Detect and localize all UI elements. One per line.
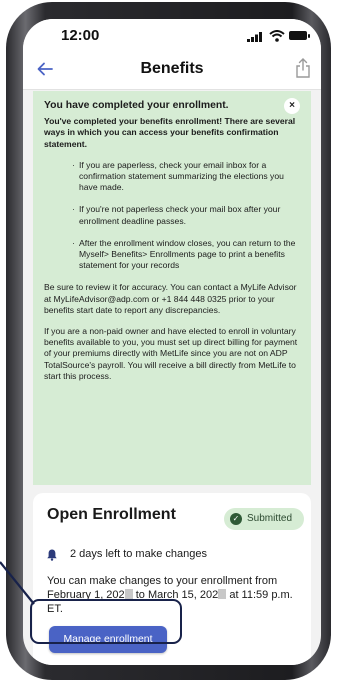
close-icon[interactable]: × bbox=[284, 98, 300, 114]
status-badge-label: Submitted bbox=[247, 513, 293, 524]
cellular-signal-icon bbox=[247, 32, 262, 42]
alert-bullet-list: If you are paperless, check your email i… bbox=[44, 160, 301, 272]
redaction-mark bbox=[124, 589, 133, 599]
manage-enrollment-highlight bbox=[30, 599, 182, 644]
nav-bar: Benefits bbox=[23, 55, 321, 90]
share-icon[interactable] bbox=[295, 58, 311, 78]
list-item: If you're not paperless check your mail … bbox=[72, 204, 301, 226]
status-bar: 12:00 bbox=[23, 19, 321, 55]
list-item: After the enrollment window closes, you … bbox=[72, 238, 301, 272]
status-time: 12:00 bbox=[61, 27, 100, 44]
phone-frame: 12:00 Benefits × You have completed your… bbox=[6, 2, 331, 680]
bell-icon bbox=[47, 549, 57, 561]
wifi-icon bbox=[269, 30, 285, 42]
status-badge: ✓ Submitted bbox=[224, 508, 304, 530]
alert-title: You have completed your enrollment. bbox=[44, 100, 229, 111]
checkmark-icon: ✓ bbox=[230, 513, 242, 525]
alert-review-paragraph: Be sure to review it for accuracy. You c… bbox=[44, 282, 297, 315]
alert-billing-paragraph: If you are a non-paid owner and have ele… bbox=[44, 326, 298, 381]
card-title: Open Enrollment bbox=[47, 506, 176, 523]
alert-subtitle: You've completed your benefits enrollmen… bbox=[44, 116, 296, 149]
list-item: If you are paperless, check your email i… bbox=[72, 160, 301, 194]
page-title: Benefits bbox=[140, 60, 204, 77]
battery-icon bbox=[289, 31, 310, 40]
screen: 12:00 Benefits × You have completed your… bbox=[23, 19, 321, 665]
days-left-text: 2 days left to make changes bbox=[70, 548, 207, 560]
enrollment-complete-alert: × You have completed your enrollment. Yo… bbox=[33, 91, 311, 485]
